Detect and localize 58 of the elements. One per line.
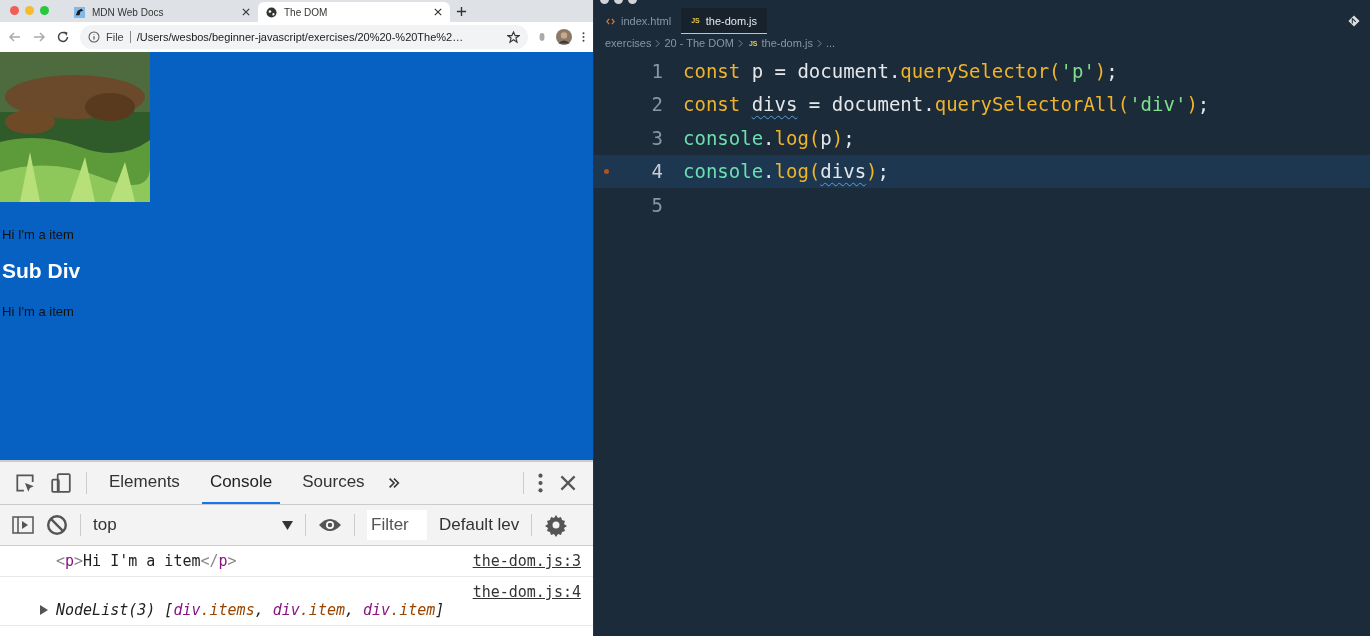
chevron-icon (737, 38, 743, 48)
chevron-icon (816, 38, 822, 48)
eye-icon[interactable] (318, 517, 342, 533)
console-output: NodeList(3) [div.items, div.item, div.item] (56, 601, 445, 619)
close-light-icon[interactable] (10, 6, 19, 15)
console-output: <p>Hi I'm a item</p> (56, 552, 237, 570)
close-icon[interactable] (434, 8, 442, 16)
diamond-icon[interactable] (1348, 15, 1360, 27)
settings-icon[interactable] (544, 513, 569, 537)
menu-icon[interactable] (582, 31, 585, 43)
line-number: 5 (650, 193, 663, 216)
avatar-icon[interactable] (556, 29, 572, 45)
double-chevron-icon[interactable] (386, 476, 401, 490)
url-scheme: File (106, 31, 124, 43)
chevron-icon (655, 38, 661, 48)
info-icon (88, 31, 100, 43)
tab-title: MDN Web Docs (92, 6, 165, 18)
context-select[interactable]: top (93, 515, 293, 535)
expand-triangle-icon[interactable] (40, 605, 48, 615)
breadcrumb[interactable]: 20 - The DOM (664, 37, 734, 49)
breadcrumb[interactable]: the-dom.js (761, 37, 813, 49)
code-line: console.log(p); (683, 126, 855, 149)
sidebar-toggle-icon[interactable] (12, 514, 34, 536)
breadcrumb[interactable]: exercises (605, 37, 652, 49)
inspect-icon[interactable] (14, 472, 36, 494)
close-icon[interactable] (242, 8, 250, 16)
globe-icon (266, 6, 277, 18)
dropdown-icon (282, 520, 293, 530)
browser-tab[interactable]: MDN Web Docs (66, 2, 258, 22)
reload-icon[interactable] (56, 30, 70, 44)
source-link[interactable]: the-dom.js:3 (472, 552, 581, 570)
tab-title: The DOM (284, 6, 329, 18)
device-icon[interactable] (50, 472, 72, 494)
line-number: 1 (650, 59, 663, 82)
editor-tab[interactable]: index.html (596, 8, 682, 34)
line-number: 4 (650, 160, 663, 183)
code-line: console.log(divs); (683, 160, 889, 183)
line-number: 2 (650, 93, 663, 116)
clear-icon[interactable] (46, 514, 68, 536)
code-line: const divs = document.querySelectorAll('div'); (683, 93, 1210, 116)
page-text: Hi I'm a item (2, 304, 74, 319)
page-heading: Sub Div (2, 259, 81, 283)
code-brackets-icon (606, 17, 615, 25)
breadcrumb[interactable]: ... (825, 37, 836, 49)
address-bar[interactable]: File /Users/wesbos/beginner-javascript/exercises/20%20-%20The%2… (80, 25, 528, 49)
line-number: 3 (650, 126, 663, 149)
source-link[interactable]: the-dom.js:4 (472, 583, 581, 601)
levels-select[interactable]: Default lev (439, 515, 520, 535)
new-tab-icon[interactable] (456, 6, 467, 17)
browser-tab[interactable]: The DOM (258, 2, 450, 22)
devtools-tab[interactable]: Elements (101, 462, 188, 504)
url-text: /Users/wesbos/beginner-javascript/exercises/20%20-%20The%2… (136, 31, 465, 43)
menu-icon[interactable] (538, 472, 543, 494)
page-text: Hi I'm a item (2, 227, 74, 242)
star-icon[interactable] (507, 30, 520, 44)
code-line: const p = document.querySelector('p'); (683, 59, 1118, 82)
filter-field[interactable]: Filter (367, 510, 427, 540)
devtools-tab[interactable]: Sources (294, 462, 373, 504)
